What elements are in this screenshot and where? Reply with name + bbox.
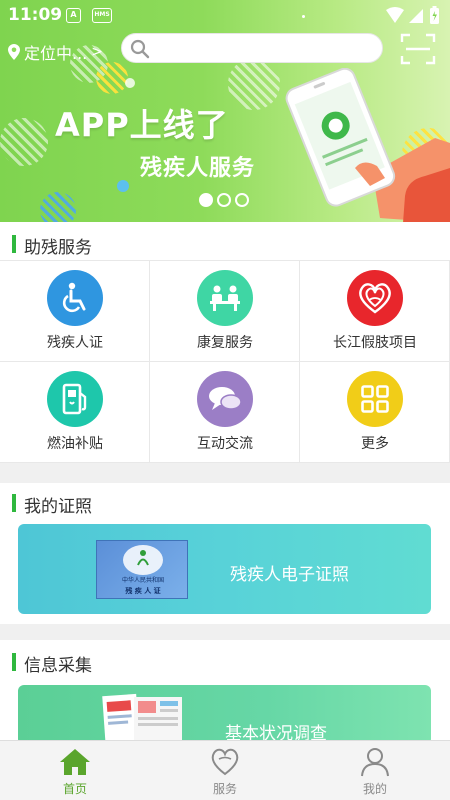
- scan-button[interactable]: [400, 32, 436, 70]
- section-marker: [12, 653, 16, 671]
- certificate-image: 中华人民共和国 残 疾 人 证: [96, 540, 188, 599]
- nav-label: 我的: [362, 782, 387, 796]
- disability-logo-icon: [137, 550, 149, 566]
- status-badge-hms: HMS: [92, 8, 112, 23]
- heart-outline-icon: [211, 748, 239, 776]
- banner-deco-circle: [117, 180, 129, 192]
- wheelchair-icon: [47, 270, 103, 326]
- promo-banner[interactable]: 11:09 A HMS 定位中... > APP上线了 残疾人服务: [0, 0, 450, 222]
- section-marker: [12, 235, 16, 253]
- section-title: 助残服务: [24, 238, 92, 258]
- service-item-prosthetics[interactable]: 长江假肢项目: [300, 261, 450, 362]
- home-icon: [60, 749, 90, 775]
- services-grid: 残疾人证 康复服务 长江假肢项目 燃油补贴 互动交流 更多: [0, 260, 450, 463]
- certificate-line1: 中华人民共和国: [121, 577, 164, 584]
- banner-deco-circle: [0, 118, 48, 166]
- nav-label: 首页: [62, 782, 87, 796]
- location-pin-icon: [8, 44, 20, 60]
- notification-dot: [302, 15, 305, 18]
- service-item-disability-card[interactable]: 残疾人证: [0, 261, 150, 362]
- service-item-interaction[interactable]: 互动交流: [150, 362, 300, 463]
- top-bar: 定位中... >: [0, 32, 450, 70]
- service-label: 残疾人证: [47, 335, 103, 351]
- nav-item-services[interactable]: 服务: [150, 741, 300, 800]
- service-item-fuel-subsidy[interactable]: 燃油补贴: [0, 362, 150, 463]
- banner-title: APP上线了: [55, 106, 229, 144]
- service-label: 燃油补贴: [47, 436, 103, 452]
- banner-subtitle: 残疾人服务: [140, 156, 256, 181]
- chevron-right-icon: >: [91, 44, 103, 60]
- banner-pagination[interactable]: [199, 193, 249, 207]
- pagination-dot[interactable]: [217, 193, 231, 207]
- section-marker: [12, 494, 16, 512]
- pagination-dot[interactable]: [235, 193, 249, 207]
- service-item-rehab[interactable]: 康复服务: [150, 261, 300, 362]
- fuel-pump-icon: [47, 371, 103, 427]
- info-section-header: 信息采集: [0, 642, 450, 680]
- nav-label: 服务: [212, 782, 237, 796]
- newspaper-illustration: [102, 693, 182, 745]
- hand-phone-icon: [285, 67, 450, 222]
- chat-bubbles-icon: [197, 371, 253, 427]
- banner-deco-circle: [125, 78, 135, 88]
- section-title: 我的证照: [24, 497, 92, 517]
- certificate-card-label: 残疾人电子证照: [230, 565, 349, 585]
- scan-icon: [400, 33, 436, 65]
- service-label: 互动交流: [197, 436, 253, 452]
- certificate-line2: 残 疾 人 证: [125, 587, 161, 595]
- section-divider: [0, 624, 450, 640]
- certificate-card[interactable]: 中华人民共和国 残 疾 人 证 残疾人电子证照: [18, 524, 431, 614]
- grid-more-icon: [347, 371, 403, 427]
- heart-hand-icon: [347, 270, 403, 326]
- section-title: 信息采集: [24, 656, 92, 676]
- certificates-section-header: 我的证照: [0, 483, 450, 521]
- section-divider: [0, 463, 450, 483]
- status-icons: [384, 5, 442, 31]
- service-item-more[interactable]: 更多: [300, 362, 450, 463]
- person-icon: [361, 748, 389, 777]
- nav-item-profile[interactable]: 我的: [300, 741, 450, 800]
- service-label: 长江假肢项目: [333, 335, 417, 351]
- rehab-desk-icon: [197, 270, 253, 326]
- location-label: 定位中...: [24, 44, 88, 63]
- services-section-header: 助残服务: [0, 224, 450, 262]
- bottom-nav: 首页 服务 我的: [0, 740, 450, 800]
- service-label: 康复服务: [197, 335, 253, 351]
- status-time: 11:09: [8, 5, 63, 25]
- status-bar: 11:09 A HMS: [0, 0, 450, 32]
- survey-card[interactable]: 基本状况调查: [18, 685, 431, 745]
- location-selector[interactable]: 定位中... >: [8, 40, 103, 64]
- nav-item-home[interactable]: 首页: [0, 741, 150, 800]
- pagination-dot[interactable]: [199, 193, 213, 207]
- banner-deco-circle: [40, 192, 76, 222]
- service-label: 更多: [361, 436, 389, 452]
- status-badge-a: A: [66, 8, 81, 23]
- search-input[interactable]: [121, 33, 383, 63]
- wifi-signal-battery-icon: [386, 6, 439, 24]
- phone-illustration: [285, 67, 450, 222]
- search-icon: [130, 39, 150, 59]
